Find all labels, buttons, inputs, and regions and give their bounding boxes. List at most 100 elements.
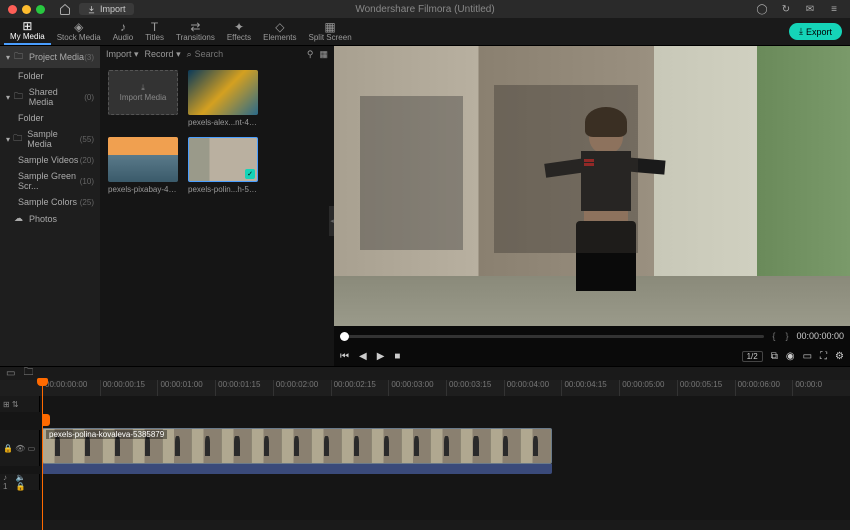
- media-filename: pexels-pixabay-462030: [108, 185, 178, 194]
- tab-label: Split Screen: [309, 33, 352, 42]
- ruler-tick: 00:00:03:00: [388, 380, 446, 396]
- search-box: ⌕: [187, 49, 301, 60]
- preview-panel: { } 00:00:00:00 ⏮ ◀ ▶ ■ 1/2 ⧉ ◉ ▭ ⛶ ⚙: [334, 46, 850, 366]
- folder-icon: 🗀: [14, 49, 26, 65]
- ruler-tick: 00:00:00:00: [42, 380, 100, 396]
- folder-icon: 🗀: [14, 89, 26, 105]
- chevron-down-icon: ▾: [6, 135, 13, 144]
- menu-icon[interactable]: ≡: [826, 1, 842, 17]
- sidebar-item-shared-media[interactable]: ▾🗀Shared Media(0): [0, 84, 100, 110]
- maximize-window-button[interactable]: [36, 5, 45, 14]
- split-icon: ▦: [324, 21, 335, 33]
- sidebar-item-folder[interactable]: Folder: [0, 110, 100, 126]
- tab-titles[interactable]: TTitles: [139, 19, 170, 44]
- titlebar-right-tools: ◯ ↻ ✉ ≡: [754, 1, 842, 17]
- sidebar-count: (3): [84, 53, 94, 62]
- tab-split-screen[interactable]: ▦Split Screen: [303, 19, 358, 44]
- track-controls-video-1[interactable]: 🔒 👁 ▭: [0, 430, 40, 466]
- transitions-icon: ⇄: [190, 21, 200, 33]
- sidebar-label: Folder: [18, 113, 44, 123]
- settings-icon[interactable]: ⚙: [835, 351, 844, 362]
- cloud-sync-icon[interactable]: ↻: [778, 1, 794, 17]
- media-item-selected[interactable]: ✓ pexels-polin...h-5385879: [188, 137, 258, 194]
- sidebar-item-project-media[interactable]: ▾🗀Project Media(3): [0, 46, 100, 68]
- ruler-tick: 00:00:01:15: [215, 380, 273, 396]
- tab-transitions[interactable]: ⇄Transitions: [170, 19, 221, 44]
- grid-view-icon[interactable]: ▦: [319, 49, 328, 60]
- search-icon: ⌕: [187, 49, 192, 60]
- main-area: ▾🗀Project Media(3) Folder ▾🗀Shared Media…: [0, 46, 850, 366]
- preview-frame: [334, 46, 850, 326]
- crop-icon[interactable]: ▭: [803, 351, 812, 362]
- stock-icon: ◈: [74, 21, 83, 33]
- timeline-ruler[interactable]: 00:00:00:00 00:00:00:15 00:00:01:00 00:0…: [0, 380, 850, 396]
- home-icon[interactable]: [57, 1, 73, 17]
- voiceover-icon[interactable]: ◉: [786, 351, 795, 362]
- ruler-tick: 00:00:04:00: [504, 380, 562, 396]
- timecode-display: 00:00:00:00: [796, 331, 844, 341]
- sidebar-item-sample-green[interactable]: Sample Green Scr...(10): [0, 168, 100, 194]
- snapshot-icon[interactable]: ⧉: [771, 351, 778, 362]
- track-controls-link[interactable]: ⊞ ⇅: [0, 396, 40, 412]
- elements-icon: ◇: [275, 21, 284, 33]
- sidebar-item-folder[interactable]: Folder: [0, 68, 100, 84]
- preview-viewport[interactable]: [334, 46, 850, 326]
- ruler-tick: 00:00:03:15: [446, 380, 504, 396]
- prev-frame-button[interactable]: ⏮: [340, 351, 349, 362]
- mark-out-button[interactable]: }: [783, 331, 790, 341]
- minimize-window-button[interactable]: [22, 5, 31, 14]
- import-button[interactable]: Import: [79, 3, 134, 15]
- messages-icon[interactable]: ✉: [802, 1, 818, 17]
- filter-icon[interactable]: ⚲: [307, 49, 314, 60]
- tab-my-media[interactable]: ⊞My Media: [4, 18, 51, 45]
- tab-effects[interactable]: ✦Effects: [221, 19, 257, 44]
- sidebar-item-photos[interactable]: ☁Photos: [0, 210, 100, 227]
- search-input[interactable]: [195, 49, 275, 59]
- play-button[interactable]: ▶: [377, 351, 385, 362]
- playhead[interactable]: [42, 380, 43, 530]
- scrubber-row: { } 00:00:00:00: [334, 326, 850, 346]
- tab-label: Titles: [145, 33, 164, 42]
- export-button[interactable]: ⤓Export: [789, 23, 842, 40]
- timeline-tab-icon[interactable]: ▭: [6, 368, 15, 379]
- preview-quality-dropdown[interactable]: 1/2: [742, 351, 763, 362]
- scrubber-thumb[interactable]: [340, 332, 349, 341]
- ruler-tick: 00:00:02:00: [273, 380, 331, 396]
- media-sidebar: ▾🗀Project Media(3) Folder ▾🗀Shared Media…: [0, 46, 100, 366]
- tab-elements[interactable]: ◇Elements: [257, 19, 302, 44]
- fullscreen-icon[interactable]: ⛶: [820, 351, 827, 362]
- tab-audio[interactable]: ♪Audio: [107, 19, 139, 44]
- sidebar-item-sample-colors[interactable]: Sample Colors(25): [0, 194, 100, 210]
- media-item[interactable]: pexels-pixabay-462030: [108, 137, 178, 194]
- record-dropdown[interactable]: Record ▾: [145, 49, 181, 60]
- scrubber-track[interactable]: [340, 335, 764, 338]
- clip-marker[interactable]: [42, 414, 50, 426]
- play-backward-button[interactable]: ◀: [359, 351, 367, 362]
- cloud-icon: ☁: [14, 213, 26, 224]
- close-window-button[interactable]: [8, 5, 17, 14]
- import-media-tile[interactable]: ⤓Import Media: [108, 70, 178, 127]
- titlebar-left-tools: Import: [57, 1, 134, 17]
- titlebar: Import Wondershare Filmora (Untitled) ◯ …: [0, 0, 850, 18]
- tab-stock-media[interactable]: ◈Stock Media: [51, 19, 107, 44]
- timeline[interactable]: 00:00:00:00 00:00:00:15 00:00:01:00 00:0…: [0, 396, 850, 520]
- account-icon[interactable]: ◯: [754, 1, 770, 17]
- main-tabs: ⊞My Media ◈Stock Media ♪Audio TTitles ⇄T…: [0, 18, 850, 46]
- ruler-tick: 00:00:01:00: [157, 380, 215, 396]
- stop-button[interactable]: ■: [394, 351, 400, 362]
- video-clip[interactable]: pexels-polina-kovaleva-5385879: [42, 428, 552, 464]
- timeline-nav-bar: ▭ 🗀: [0, 366, 850, 380]
- media-item[interactable]: pexels-alex...nt-4585185: [188, 70, 258, 127]
- track-controls-audio-1[interactable]: ♪ 1 🔈 🔒: [0, 474, 40, 490]
- media-filename: pexels-polin...h-5385879: [188, 185, 258, 194]
- clip-label: pexels-polina-kovaleva-5385879: [46, 430, 167, 439]
- media-toolbar: Import ▾ Record ▾ ⌕ ⚲ ▦: [100, 46, 334, 62]
- mark-in-button[interactable]: {: [770, 331, 777, 341]
- sidebar-label: Folder: [18, 71, 44, 81]
- export-label: Export: [806, 27, 832, 37]
- audio-clip[interactable]: [42, 464, 552, 474]
- ruler-tick: 00:00:04:15: [561, 380, 619, 396]
- sidebar-item-sample-videos[interactable]: Sample Videos(20): [0, 152, 100, 168]
- import-dropdown[interactable]: Import ▾: [106, 49, 139, 60]
- sidebar-item-sample-media[interactable]: ▾🗀Sample Media(55): [0, 126, 100, 152]
